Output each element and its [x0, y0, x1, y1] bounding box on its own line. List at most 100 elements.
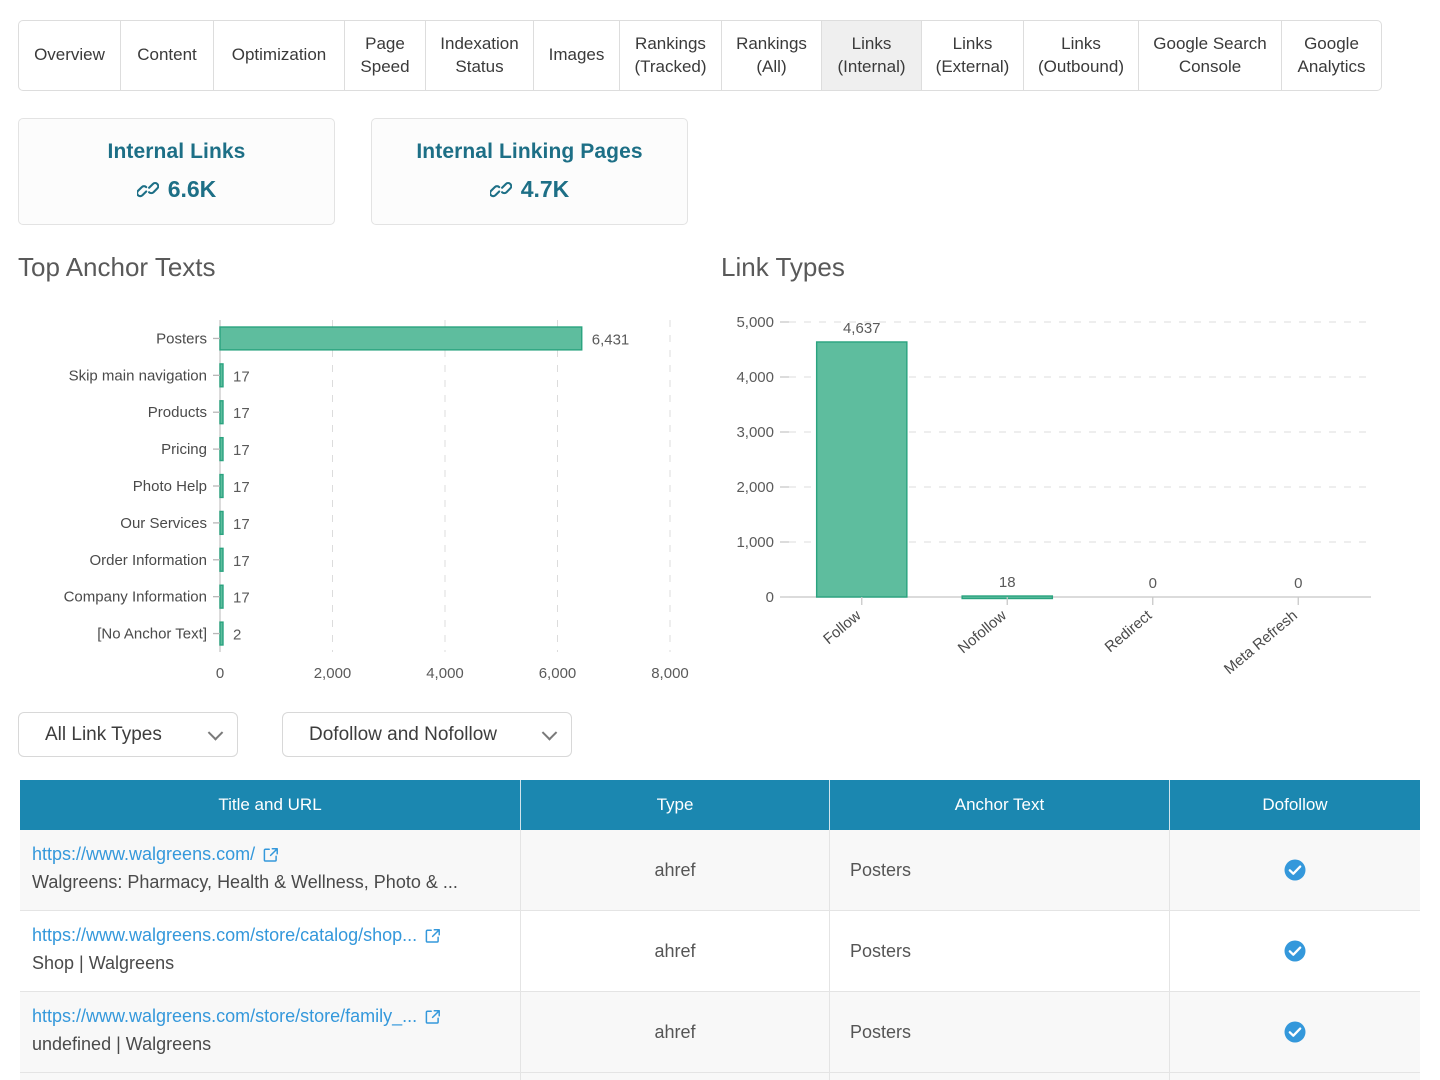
- url-line: https://www.walgreens.com/store/catalog/…: [32, 925, 508, 946]
- bar-0: [815, 341, 908, 598]
- tab-links-internal[interactable]: Links (Internal): [821, 20, 921, 91]
- tab-rankings-tracked[interactable]: Rankings (Tracked): [619, 20, 721, 91]
- dofollow-check-icon: [1284, 859, 1306, 881]
- svg-text:1,000: 1,000: [736, 534, 774, 551]
- cell-title-and-url: [20, 1073, 521, 1080]
- table-header-anchor-text[interactable]: Anchor Text: [830, 780, 1170, 830]
- svg-text:Redirect: Redirect: [1102, 607, 1156, 656]
- table-header-row: Title and URL Type Anchor Text Dofollow: [20, 780, 1420, 830]
- svg-text:4,000: 4,000: [426, 665, 464, 682]
- row-url-link[interactable]: https://www.walgreens.com/store/catalog/…: [32, 925, 417, 946]
- cell-dofollow: [1170, 830, 1420, 910]
- row-url-link[interactable]: https://www.walgreens.com/: [32, 844, 255, 865]
- metric-card-title: Internal Linking Pages: [416, 140, 643, 163]
- tab-google-search-console[interactable]: Google Search Console: [1138, 20, 1281, 91]
- link-type-select[interactable]: All Link Types: [18, 712, 238, 757]
- cell-title-and-url: https://www.walgreens.com/Walgreens: Pha…: [20, 830, 521, 910]
- external-link-icon[interactable]: [425, 928, 441, 944]
- svg-text:2,000: 2,000: [314, 665, 352, 682]
- svg-text:Our Services: Our Services: [120, 515, 207, 532]
- svg-text:17: 17: [233, 479, 250, 496]
- svg-text:[No Anchor Text]: [No Anchor Text]: [97, 626, 207, 643]
- table-header-type[interactable]: Type: [521, 780, 830, 830]
- metric-card-number: 4.7K: [520, 176, 570, 202]
- tab-overview[interactable]: Overview: [18, 20, 120, 91]
- svg-text:6,000: 6,000: [539, 665, 577, 682]
- row-dofollow-status: [1170, 911, 1420, 991]
- svg-text:5,000: 5,000: [736, 314, 774, 331]
- svg-text:4,000: 4,000: [736, 369, 774, 386]
- cell-title-and-url: https://www.walgreens.com/store/catalog/…: [20, 911, 521, 991]
- cell-anchor-text: Posters: [830, 911, 1170, 991]
- table-header-title-and-url[interactable]: Title and URL: [20, 780, 521, 830]
- row-type: ahref: [654, 859, 696, 880]
- select-value: Dofollow and Nofollow: [309, 723, 497, 745]
- tab-links-outbound[interactable]: Links (Outbound): [1023, 20, 1138, 91]
- page-root: Overview Content Optimization Page Speed Ind…: [0, 0, 1440, 1080]
- svg-text:3,000: 3,000: [736, 424, 774, 441]
- row-page-title: Shop | Walgreens: [32, 953, 175, 973]
- svg-text:Products: Products: [148, 404, 207, 421]
- bar-1: [219, 363, 224, 388]
- cell-dofollow: [1170, 1073, 1420, 1080]
- table-body: https://www.walgreens.com/Walgreens: Pha…: [20, 830, 1420, 1080]
- tab-images[interactable]: Images: [533, 20, 619, 91]
- tab-page-speed[interactable]: Page Speed: [344, 20, 425, 91]
- row-dofollow-status: [1170, 992, 1420, 1072]
- external-link-icon[interactable]: [263, 847, 279, 863]
- cell-type: ahref: [521, 830, 830, 910]
- dofollow-select[interactable]: Dofollow and Nofollow: [282, 712, 572, 757]
- svg-text:Nofollow: Nofollow: [955, 607, 1010, 657]
- external-link-icon[interactable]: [425, 1009, 441, 1025]
- metric-card-value: 6.6K: [136, 176, 216, 203]
- row-url-link[interactable]: https://www.walgreens.com/store/store/fa…: [32, 1006, 417, 1027]
- svg-text:8,000: 8,000: [651, 665, 689, 682]
- svg-text:17: 17: [233, 405, 250, 422]
- top-anchor-texts-title: Top Anchor Texts: [18, 252, 216, 282]
- internal-links-table: Title and URL Type Anchor Text Dofollow htt…: [20, 780, 1420, 1080]
- tab-links-external[interactable]: Links (External): [921, 20, 1023, 91]
- svg-text:Order Information: Order Information: [89, 552, 207, 569]
- chevron-down-icon: [207, 724, 224, 741]
- table-row[interactable]: https://www.walgreens.com/store/catalog/…: [20, 911, 1420, 992]
- url-line: https://www.walgreens.com/: [32, 844, 508, 865]
- svg-text:0: 0: [216, 665, 224, 682]
- tab-google-analytics[interactable]: Google Analytics: [1281, 20, 1382, 91]
- link-icon: [489, 181, 512, 197]
- cell-title-and-url: https://www.walgreens.com/store/store/fa…: [20, 992, 521, 1072]
- tab-indexation-status[interactable]: Indexation Status: [425, 20, 533, 91]
- table-row[interactable]: https://www.walgreens.com/store/store/fa…: [20, 992, 1420, 1073]
- row-type: ahref: [654, 1021, 696, 1042]
- bar-7: [219, 584, 224, 609]
- tab-optimization[interactable]: Optimization: [213, 20, 344, 91]
- cell-dofollow: [1170, 911, 1420, 991]
- bar-5: [219, 510, 224, 536]
- row-type: ahref: [654, 940, 696, 961]
- table-row[interactable]: [20, 1073, 1420, 1080]
- svg-text:Photo Help: Photo Help: [133, 478, 207, 495]
- cell-type: [521, 1073, 830, 1080]
- bar-6: [219, 547, 224, 572]
- url-line: https://www.walgreens.com/store/store/fa…: [32, 1006, 508, 1027]
- tab-content[interactable]: Content: [120, 20, 213, 91]
- svg-text:2,000: 2,000: [736, 479, 774, 496]
- link-types-title: Link Types: [721, 252, 845, 282]
- metric-card-value: 4.7K: [489, 176, 570, 203]
- svg-text:0: 0: [1149, 575, 1157, 592]
- table-row[interactable]: https://www.walgreens.com/Walgreens: Pha…: [20, 830, 1420, 911]
- table-header-dofollow[interactable]: Dofollow: [1170, 780, 1420, 830]
- svg-text:0: 0: [1294, 575, 1302, 592]
- svg-text:17: 17: [233, 442, 250, 459]
- dofollow-check-icon: [1284, 1021, 1306, 1043]
- svg-text:6,431: 6,431: [592, 331, 630, 348]
- filter-row: All Link Types Dofollow and Nofollow: [18, 712, 572, 757]
- tab-rankings-all[interactable]: Rankings (All): [721, 20, 821, 91]
- link-types-chart: 0 1,000 2,000 3,000 4,000 5,000 4,637 Follow 18 N…: [721, 300, 1411, 695]
- row-page-title: Walgreens: Pharmacy, Health & Wellness, …: [32, 872, 458, 892]
- chevron-down-icon: [541, 724, 558, 741]
- metric-card-internal-linking-pages: Internal Linking Pages 4.7K: [371, 118, 688, 225]
- metric-card-internal-links: Internal Links 6.6K: [18, 118, 335, 225]
- svg-text:17: 17: [233, 368, 250, 385]
- bar-8: [219, 621, 224, 646]
- cell-anchor-text: Posters: [830, 830, 1170, 910]
